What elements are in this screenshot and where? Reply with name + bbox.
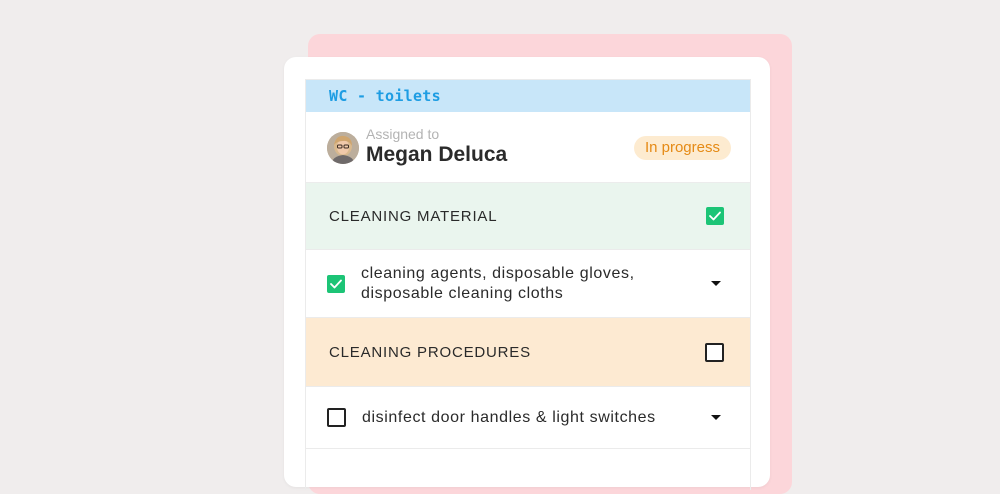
assignee-name: Megan Deluca — [366, 143, 508, 166]
check-icon — [330, 279, 342, 288]
assignment-text: Assigned to Megan Deluca — [366, 126, 507, 168]
caret-down-icon[interactable] — [711, 415, 721, 420]
caret-down-icon[interactable] — [711, 281, 721, 286]
section-header-cleaning-procedures[interactable]: CLEANING PROCEDURES — [306, 317, 750, 386]
avatar[interactable] — [327, 132, 359, 164]
section-header-cleaning-material[interactable]: CLEANING MATERIAL — [306, 183, 750, 249]
checklist-item: cleaning agents, disposable gloves, disp… — [306, 249, 750, 317]
status-badge[interactable]: In progress — [633, 136, 731, 160]
item-checkbox-checked[interactable] — [327, 274, 345, 293]
area-header: WC - toilets — [306, 80, 750, 112]
next-checklist-item — [306, 448, 750, 479]
item-label: cleaning agents, disposable gloves, disp… — [361, 264, 701, 304]
area-title: WC - toilets — [329, 87, 441, 105]
item-label-line-2: disposable cleaning cloths — [361, 284, 564, 302]
checklist-item: disinfect door handles & light switches — [306, 386, 750, 448]
section-title: CLEANING PROCEDURES — [329, 343, 531, 361]
assigned-to-label: Assigned to — [366, 126, 440, 142]
item-label: disinfect door handles & light switches — [362, 408, 656, 426]
checklist-card: WC - toilets Assigned to Megan Deluca In… — [284, 57, 770, 490]
section-checkbox-checked[interactable] — [706, 207, 724, 225]
section-title: CLEANING MATERIAL — [329, 207, 498, 225]
section-checkbox-unchecked[interactable] — [705, 342, 724, 362]
assignment-row: Assigned to Megan Deluca In progress — [306, 112, 750, 183]
item-label-line-1: cleaning agents, disposable gloves, — [361, 264, 635, 282]
checklist-panel: WC - toilets Assigned to Megan Deluca In… — [305, 79, 751, 490]
avatar-image — [327, 132, 359, 164]
check-icon — [709, 211, 721, 221]
item-checkbox-unchecked[interactable] — [327, 408, 346, 427]
